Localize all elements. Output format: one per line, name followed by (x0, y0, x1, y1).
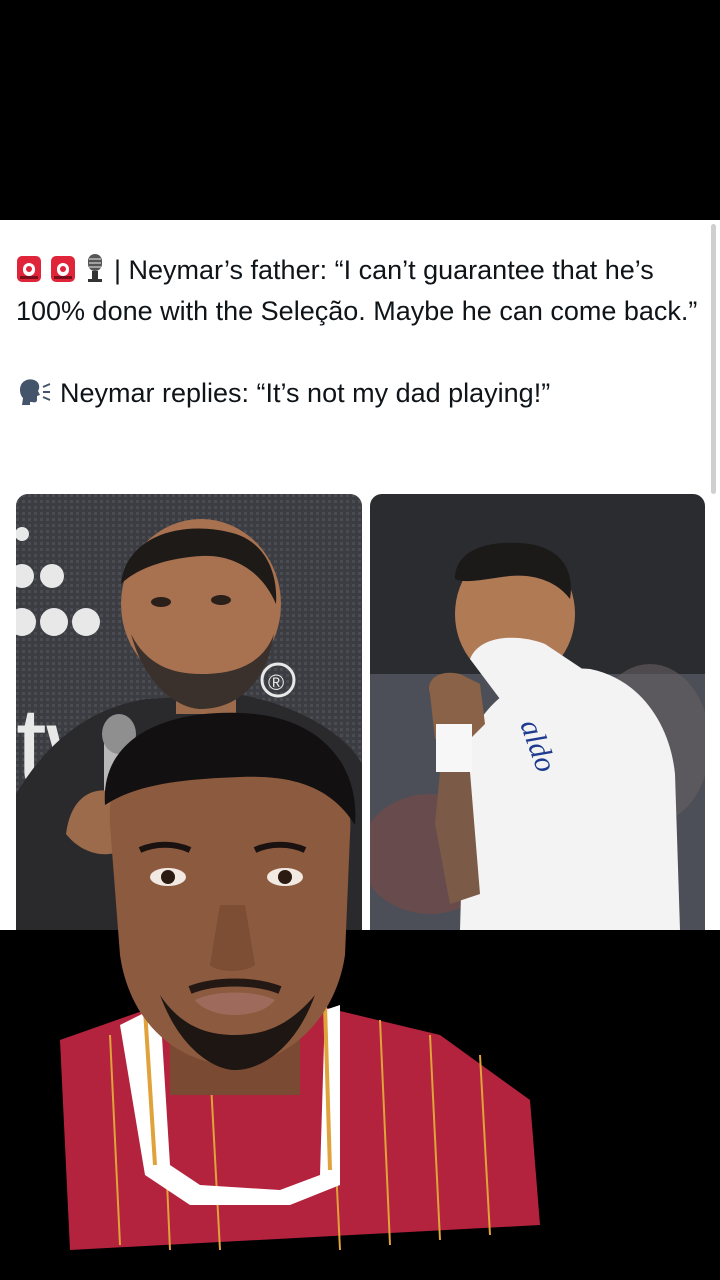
siren-icon (51, 256, 75, 282)
siren-icon (17, 256, 41, 282)
microphone-icon (88, 254, 102, 282)
speaking-head-icon (20, 379, 51, 405)
tweet-line-2: Neymar replies: “It’s not my dad playing… (60, 378, 551, 408)
tweet-headline: | Neymar’s father: “I can’t guarantee th… (16, 250, 706, 332)
tweet-line-1: | Neymar’s father: “I can’t guarantee th… (16, 255, 698, 326)
tweet-reply-line: Neymar replies: “It’s not my dad playing… (16, 373, 706, 414)
video-top-letterbox (0, 0, 720, 220)
scrollbar[interactable] (711, 224, 716, 494)
backdrop-registered-mark: ® (268, 670, 284, 695)
presenter-cutout (50, 705, 550, 1280)
tweet-text: | Neymar’s father: “I can’t guarantee th… (16, 250, 706, 414)
